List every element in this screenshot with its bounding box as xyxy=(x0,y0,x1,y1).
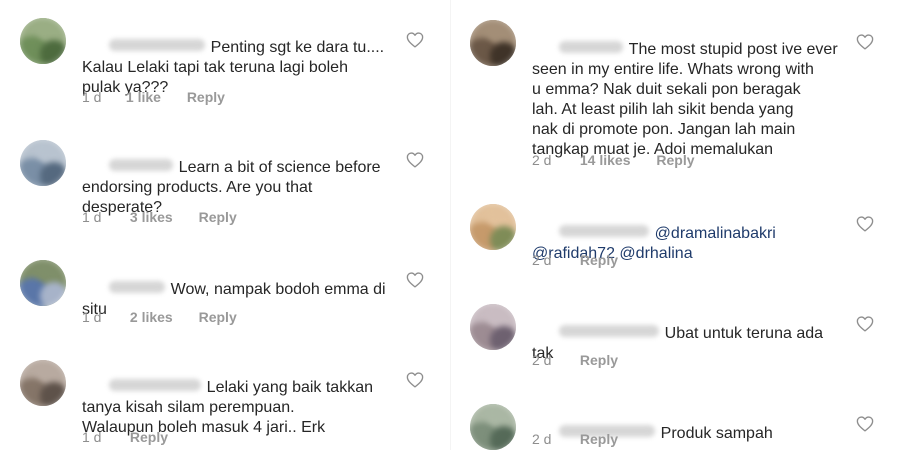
username-blurred[interactable] xyxy=(558,225,649,237)
avatar-photo-icon xyxy=(20,36,50,64)
heart-icon[interactable] xyxy=(406,152,424,168)
heart-outline-icon xyxy=(406,372,424,388)
reply-button[interactable]: Reply xyxy=(199,209,237,225)
heart-icon[interactable] xyxy=(856,216,874,232)
reply-button[interactable]: Reply xyxy=(580,252,618,268)
heart-icon[interactable] xyxy=(856,316,874,332)
heart-outline-icon xyxy=(856,34,874,50)
comment-likes[interactable]: 3 likes xyxy=(130,209,173,225)
heart-outline-icon xyxy=(856,216,874,232)
avatar[interactable] xyxy=(470,20,516,66)
comment-likes[interactable]: 14 likes xyxy=(580,152,631,168)
avatar[interactable] xyxy=(470,304,516,350)
avatar-photo-icon xyxy=(470,222,500,250)
heart-outline-icon xyxy=(406,152,424,168)
comment-timestamp: 1 d xyxy=(82,209,102,225)
avatar-photo-icon xyxy=(486,304,516,326)
heart-outline-icon xyxy=(856,416,874,432)
comment-timestamp: 1 d xyxy=(82,309,102,325)
avatar-photo-icon xyxy=(36,260,66,282)
username-blurred[interactable] xyxy=(108,39,205,51)
comment-likes[interactable]: 2 likes xyxy=(130,309,173,325)
avatar[interactable] xyxy=(470,204,516,250)
comment-timestamp: 1 d xyxy=(82,429,102,445)
avatar[interactable] xyxy=(20,140,66,186)
avatar-photo-icon xyxy=(40,40,66,64)
comment-meta: 1 d 3 likes Reply xyxy=(82,209,237,225)
mention-link[interactable]: @dramalinabakri xyxy=(655,225,776,242)
reply-button[interactable]: Reply xyxy=(580,352,618,368)
comment-timestamp: 2 d xyxy=(532,152,552,168)
comment-meta: 2 d Reply xyxy=(532,431,618,447)
avatar-photo-icon xyxy=(490,42,516,66)
heart-icon[interactable] xyxy=(856,416,874,432)
comment-body: Ubat untuk teruna ada tak xyxy=(532,304,862,384)
avatar[interactable] xyxy=(20,260,66,306)
avatar-photo-icon xyxy=(490,226,516,250)
reply-button[interactable]: Reply xyxy=(656,152,694,168)
reply-button[interactable]: Reply xyxy=(130,429,168,445)
avatar-photo-icon xyxy=(20,278,50,306)
avatar-photo-icon xyxy=(470,322,500,350)
reply-button[interactable]: Reply xyxy=(199,309,237,325)
reply-button[interactable]: Reply xyxy=(187,89,225,105)
avatar-photo-icon xyxy=(20,158,50,186)
comment-meta: 1 d 2 likes Reply xyxy=(82,309,237,325)
avatar-photo-icon xyxy=(36,140,66,162)
heart-icon[interactable] xyxy=(856,34,874,50)
avatar[interactable] xyxy=(470,404,516,450)
heart-icon[interactable] xyxy=(406,32,424,48)
avatar-photo-icon xyxy=(40,382,66,406)
heart-icon[interactable] xyxy=(406,372,424,388)
comment-timestamp: 2 d xyxy=(532,252,552,268)
comment-timestamp: 1 d xyxy=(82,89,102,105)
avatar-photo-icon xyxy=(40,282,66,306)
username-blurred[interactable] xyxy=(108,379,201,391)
avatar-photo-icon xyxy=(486,404,516,426)
avatar-photo-icon xyxy=(490,326,516,350)
avatar[interactable] xyxy=(20,360,66,406)
avatar-photo-icon xyxy=(486,204,516,226)
mention-link[interactable]: @drhalina xyxy=(619,245,692,262)
avatar[interactable] xyxy=(20,18,66,64)
avatar-photo-icon xyxy=(36,360,66,382)
avatar-photo-icon xyxy=(40,162,66,186)
comment-likes[interactable]: 1 like xyxy=(126,89,161,105)
comment-timestamp: 2 d xyxy=(532,431,552,447)
comment-body: Wow, nampak bodoh emma di situ xyxy=(82,260,412,340)
heart-icon[interactable] xyxy=(406,272,424,288)
heart-outline-icon xyxy=(406,32,424,48)
avatar-photo-icon xyxy=(20,378,50,406)
reply-button[interactable]: Reply xyxy=(580,431,618,447)
username-blurred[interactable] xyxy=(558,41,623,53)
username-blurred[interactable] xyxy=(108,281,165,293)
heart-outline-icon xyxy=(856,316,874,332)
avatar-photo-icon xyxy=(470,38,500,66)
comment-meta: 1 d Reply xyxy=(82,429,168,445)
username-blurred[interactable] xyxy=(558,325,659,337)
comment-text: Produk sampah xyxy=(660,425,773,442)
comment-meta: 1 d 1 like Reply xyxy=(82,89,225,105)
comment-timestamp: 2 d xyxy=(532,352,552,368)
heart-outline-icon xyxy=(406,272,424,288)
comment-body: @dramalinabakri @rafidah72 @drhalina xyxy=(532,204,862,284)
avatar-photo-icon xyxy=(470,422,500,450)
comment-text: The most stupid post ive ever seen in my… xyxy=(532,41,838,158)
avatar-photo-icon xyxy=(490,426,516,450)
comment-meta: 2 d Reply xyxy=(532,252,618,268)
username-blurred[interactable] xyxy=(108,159,173,171)
column-divider xyxy=(450,0,451,450)
avatar-photo-icon xyxy=(486,20,516,42)
comment-meta: 2 d Reply xyxy=(532,352,618,368)
comment-meta: 2 d 14 likes Reply xyxy=(532,152,695,168)
avatar-photo-icon xyxy=(36,18,66,40)
